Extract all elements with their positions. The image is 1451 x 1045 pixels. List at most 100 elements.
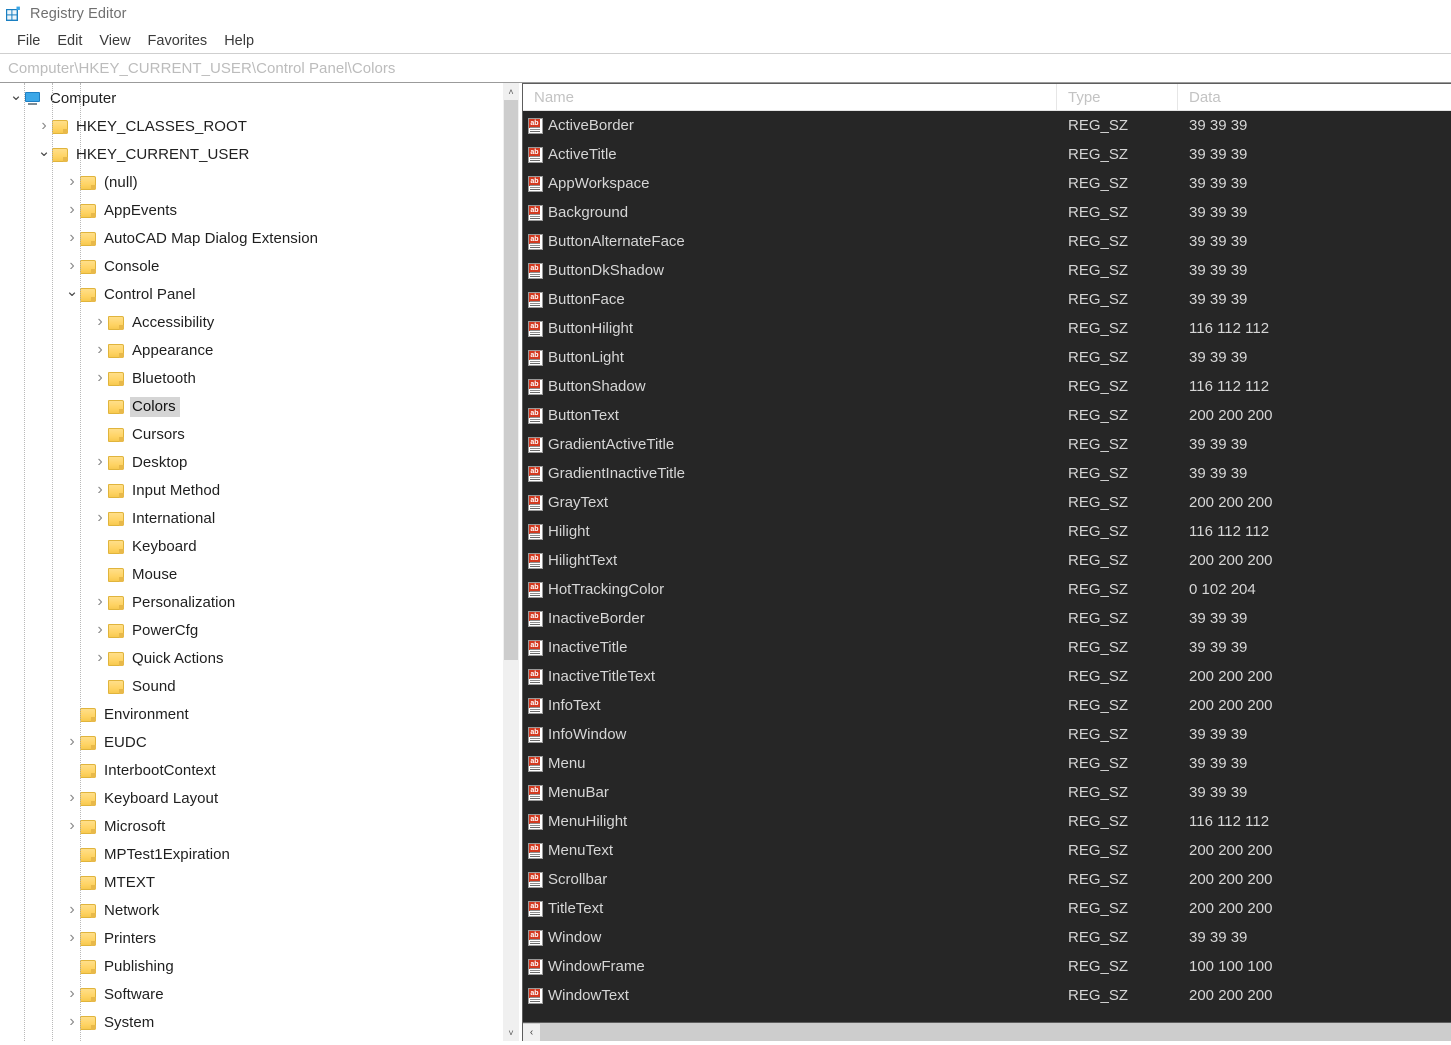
chevron-right-icon[interactable] — [64, 981, 80, 1009]
table-row[interactable]: MenuText REG_SZ 200 200 200 — [523, 836, 1451, 865]
table-row[interactable]: ButtonDkShadow REG_SZ 39 39 39 — [523, 256, 1451, 285]
address-bar[interactable]: Computer\HKEY_CURRENT_USER\Control Panel… — [0, 53, 1451, 83]
tree-item-computer[interactable]: Computer — [0, 85, 502, 113]
tree-item-network[interactable]: Network — [0, 897, 502, 925]
values-list[interactable]: ActiveBorder REG_SZ 39 39 39 ActiveTitle REG… — [523, 111, 1451, 1022]
tree-item-mptest1expiration[interactable]: MPTest1Expiration — [0, 841, 502, 869]
table-row[interactable]: InactiveBorder REG_SZ 39 39 39 — [523, 604, 1451, 633]
column-header-data[interactable]: Data — [1178, 84, 1451, 110]
tree-item-quick-actions[interactable]: Quick Actions — [0, 645, 502, 673]
menu-item-favorites[interactable]: Favorites — [140, 31, 217, 51]
table-row[interactable]: ButtonShadow REG_SZ 116 112 112 — [523, 372, 1451, 401]
chevron-right-icon[interactable] — [64, 169, 80, 197]
tree-item-publishing[interactable]: Publishing — [0, 953, 502, 981]
table-row[interactable]: MenuHilight REG_SZ 116 112 112 — [523, 807, 1451, 836]
chevron-right-icon[interactable] — [64, 225, 80, 253]
table-row[interactable]: Menu REG_SZ 39 39 39 — [523, 749, 1451, 778]
tree-item-input-method[interactable]: Input Method — [0, 477, 502, 505]
table-row[interactable]: Background REG_SZ 39 39 39 — [523, 198, 1451, 227]
table-row[interactable]: InfoWindow REG_SZ 39 39 39 — [523, 720, 1451, 749]
table-row[interactable]: TitleText REG_SZ 200 200 200 — [523, 894, 1451, 923]
values-hscroll-track[interactable] — [540, 1023, 1451, 1041]
tree-item-software[interactable]: Software — [0, 981, 502, 1009]
chevron-down-icon[interactable] — [64, 281, 80, 309]
tree-item-powercfg[interactable]: PowerCfg — [0, 617, 502, 645]
menu-item-file[interactable]: File — [9, 31, 49, 51]
tree-item-accessibility[interactable]: Accessibility — [0, 309, 502, 337]
table-row[interactable]: GrayText REG_SZ 200 200 200 — [523, 488, 1451, 517]
tree-item-appevents[interactable]: AppEvents — [0, 197, 502, 225]
table-row[interactable]: ButtonFace REG_SZ 39 39 39 — [523, 285, 1451, 314]
registry-tree[interactable]: Computer HKEY_CLASSES_ROOT HKEY_CURRENT_US… — [0, 83, 502, 1041]
table-row[interactable]: InactiveTitle REG_SZ 39 39 39 — [523, 633, 1451, 662]
table-row[interactable]: Hilight REG_SZ 116 112 112 — [523, 517, 1451, 546]
chevron-down-icon[interactable] — [8, 85, 24, 113]
tree-item-colors[interactable]: Colors — [0, 393, 502, 421]
tree-item-mtext[interactable]: MTEXT — [0, 869, 502, 897]
tree-item-console[interactable]: Console — [0, 253, 502, 281]
table-row[interactable]: ButtonText REG_SZ 200 200 200 — [523, 401, 1451, 430]
chevron-right-icon[interactable] — [92, 505, 108, 533]
chevron-right-icon[interactable] — [92, 309, 108, 337]
tree-item-cursors[interactable]: Cursors — [0, 421, 502, 449]
tree-item-keyboard[interactable]: Keyboard — [0, 533, 502, 561]
table-row[interactable]: Scrollbar REG_SZ 200 200 200 — [523, 865, 1451, 894]
chevron-right-icon[interactable] — [92, 589, 108, 617]
tree-item-appearance[interactable]: Appearance — [0, 337, 502, 365]
menu-item-view[interactable]: View — [91, 31, 139, 51]
chevron-right-icon[interactable] — [64, 897, 80, 925]
table-row[interactable]: ActiveBorder REG_SZ 39 39 39 — [523, 111, 1451, 140]
chevron-right-icon[interactable] — [92, 477, 108, 505]
tree-item-keyboard-layout[interactable]: Keyboard Layout — [0, 785, 502, 813]
table-row[interactable]: ButtonHilight REG_SZ 116 112 112 — [523, 314, 1451, 343]
tree-item-microsoft[interactable]: Microsoft — [0, 813, 502, 841]
table-row[interactable]: Window REG_SZ 39 39 39 — [523, 923, 1451, 952]
tree-item-hkey-current-user[interactable]: HKEY_CURRENT_USER — [0, 141, 502, 169]
chevron-right-icon[interactable] — [92, 449, 108, 477]
table-row[interactable]: MenuBar REG_SZ 39 39 39 — [523, 778, 1451, 807]
table-row[interactable]: ButtonAlternateFace REG_SZ 39 39 39 — [523, 227, 1451, 256]
tree-scroll-thumb[interactable] — [504, 100, 518, 660]
tree-item-hkey-classes-root[interactable]: HKEY_CLASSES_ROOT — [0, 113, 502, 141]
chevron-down-icon[interactable] — [36, 141, 52, 169]
chevron-right-icon[interactable] — [64, 925, 80, 953]
table-row[interactable]: InfoText REG_SZ 200 200 200 — [523, 691, 1451, 720]
menu-item-edit[interactable]: Edit — [49, 31, 91, 51]
chevron-right-icon[interactable] — [92, 337, 108, 365]
table-row[interactable]: InactiveTitleText REG_SZ 200 200 200 — [523, 662, 1451, 691]
table-row[interactable]: GradientInactiveTitle REG_SZ 39 39 39 — [523, 459, 1451, 488]
column-header-type[interactable]: Type — [1057, 84, 1178, 110]
chevron-right-icon[interactable] — [64, 785, 80, 813]
tree-item-international[interactable]: International — [0, 505, 502, 533]
table-row[interactable]: WindowFrame REG_SZ 100 100 100 — [523, 952, 1451, 981]
table-row[interactable]: GradientActiveTitle REG_SZ 39 39 39 — [523, 430, 1451, 459]
tree-vertical-scrollbar[interactable]: ˄ ˅ — [502, 83, 519, 1041]
tree-item-control-panel[interactable]: Control Panel — [0, 281, 502, 309]
values-horizontal-scrollbar[interactable]: ‹ — [523, 1022, 1451, 1041]
tree-item-bluetooth[interactable]: Bluetooth — [0, 365, 502, 393]
chevron-right-icon[interactable] — [92, 365, 108, 393]
tree-item-sound[interactable]: Sound — [0, 673, 502, 701]
table-row[interactable]: AppWorkspace REG_SZ 39 39 39 — [523, 169, 1451, 198]
chevron-right-icon[interactable] — [92, 617, 108, 645]
table-row[interactable]: ButtonLight REG_SZ 39 39 39 — [523, 343, 1451, 372]
tree-item-environment[interactable]: Environment — [0, 701, 502, 729]
scroll-up-arrow-icon[interactable]: ˄ — [503, 83, 519, 100]
tree-item-mouse[interactable]: Mouse — [0, 561, 502, 589]
tree-scroll-track[interactable] — [503, 100, 519, 1024]
menu-item-help[interactable]: Help — [216, 31, 263, 51]
scroll-down-arrow-icon[interactable]: ˅ — [503, 1024, 519, 1041]
scroll-left-arrow-icon[interactable]: ‹ — [523, 1023, 540, 1041]
chevron-right-icon[interactable] — [64, 729, 80, 757]
table-row[interactable]: HotTrackingColor REG_SZ 0 102 204 — [523, 575, 1451, 604]
tree-item-printers[interactable]: Printers — [0, 925, 502, 953]
tree-item-eudc[interactable]: EUDC — [0, 729, 502, 757]
tree-item-interbootcontext[interactable]: InterbootContext — [0, 757, 502, 785]
tree-item-system[interactable]: System — [0, 1009, 502, 1037]
tree-item-autocad-map-dialog-extension[interactable]: AutoCAD Map Dialog Extension — [0, 225, 502, 253]
chevron-right-icon[interactable] — [92, 645, 108, 673]
tree-item-personalization[interactable]: Personalization — [0, 589, 502, 617]
chevron-right-icon[interactable] — [64, 1009, 80, 1037]
tree-item-desktop[interactable]: Desktop — [0, 449, 502, 477]
chevron-right-icon[interactable] — [64, 813, 80, 841]
